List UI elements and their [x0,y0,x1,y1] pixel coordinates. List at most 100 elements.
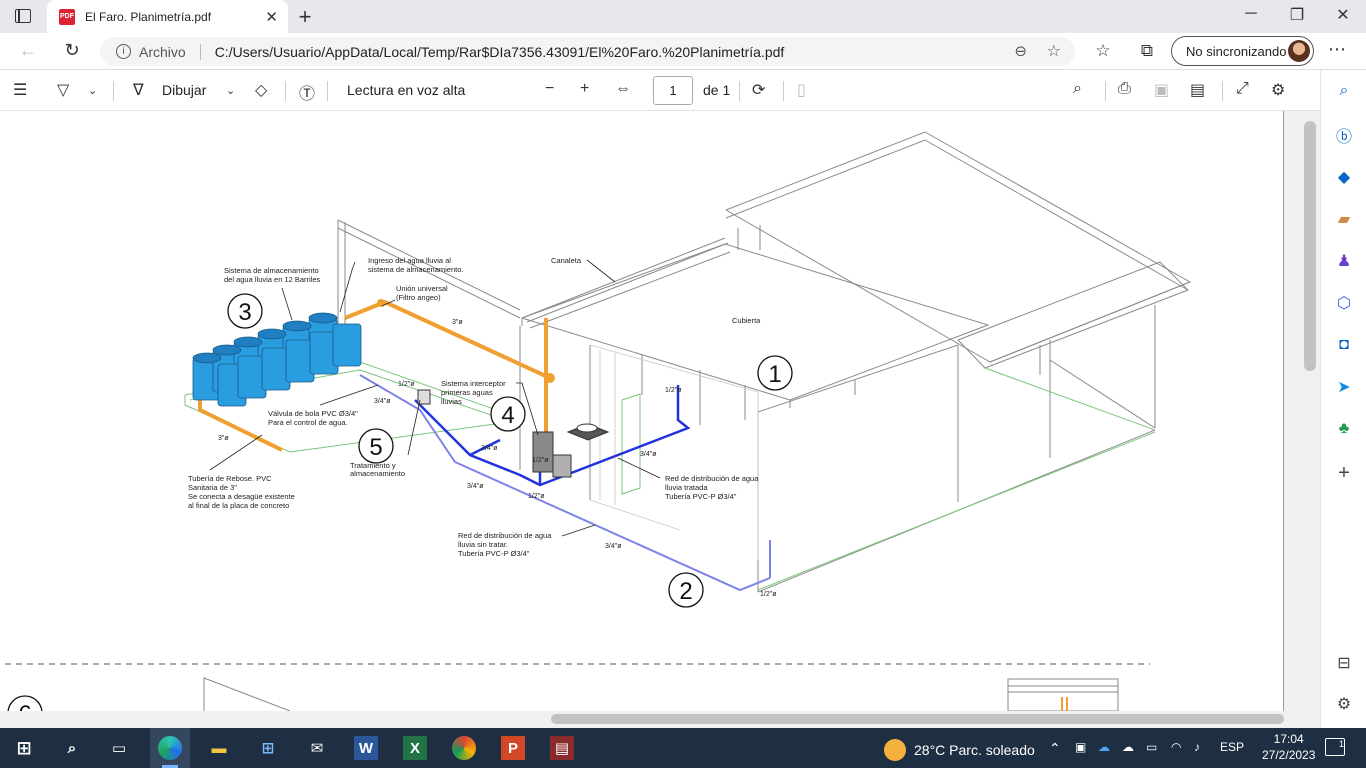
label-text: Tubería PVC-P Ø3/4" [458,549,530,558]
wifi-icon[interactable]: ◠ [1171,740,1181,754]
save-as-icon[interactable]: ▤ [1190,80,1205,100]
close-tab-icon[interactable]: ✕ [265,8,278,26]
info-icon[interactable]: i [116,44,131,59]
restore-button[interactable]: ❐ [1282,5,1312,25]
weather-description: Parc. soleado [949,742,1035,758]
horizontal-scrollbar[interactable] [0,711,1301,728]
label-text: almacenamiento [350,469,405,478]
save-icon[interactable]: ▣ [1154,80,1169,100]
label-text: Tubería PVC-P Ø3/4" [665,492,737,501]
word-icon[interactable]: W [354,736,378,760]
windows-start-icon[interactable]: ⊞ [12,736,36,760]
add-favorite-icon[interactable]: ☆ [1047,41,1061,61]
settings-more-icon[interactable]: ⋯ [1328,39,1346,60]
draw-icon[interactable]: ∇ [133,80,144,100]
weather-temperature: 28°C [914,742,946,758]
excel-icon[interactable]: X [403,736,427,760]
tree-icon[interactable]: ♣ [1333,418,1355,440]
rotate-icon[interactable]: ⟳ [752,80,765,100]
read-aloud-button[interactable]: Lectura en voz alta [347,82,465,98]
zoom-out-icon[interactable]: ⊖ [1014,42,1027,60]
label-text: lluvia sin tratar. [458,540,508,549]
weather-widget[interactable]: 28°C Parc. soleado [884,739,1035,761]
close-window-button[interactable]: ✕ [1328,5,1358,25]
search-icon[interactable]: ⌕ [1073,80,1082,98]
store-icon[interactable]: ⊞ [256,736,280,760]
label-text: Ingreso del agua lluvia al [368,256,451,265]
clock[interactable]: 17:04 27/2/2023 [1262,731,1315,763]
label-text: Unión universal [396,284,448,293]
favorites-icon[interactable]: ☆ [1091,41,1115,61]
avatar [1288,40,1310,62]
tab-actions-icon[interactable] [15,9,31,23]
notifications-icon[interactable]: 1 [1325,738,1345,756]
outlook-icon[interactable]: ◘ [1333,334,1355,356]
shopping-tag-icon[interactable]: ◆ [1333,166,1355,188]
highlight-icon[interactable]: ▽ [57,80,69,100]
language-indicator[interactable]: ESP [1220,740,1244,754]
profile-button[interactable]: No sincronizando [1171,36,1314,66]
tools-icon[interactable]: ▰ [1333,208,1355,230]
draw-button[interactable]: Dibujar [162,82,206,98]
pdf-viewer[interactable]: 3 4 5 1 2 6 Sistema de almacenamiento de… [0,111,1320,728]
meet-now-icon[interactable]: ▣ [1075,740,1086,754]
battery-icon[interactable]: ▭ [1146,740,1157,754]
label-text: del agua lluvia en 12 Barriles [224,275,321,284]
search-icon[interactable]: ⌕ [1333,80,1355,102]
divider [113,81,114,101]
games-icon[interactable]: ♟ [1333,250,1355,272]
text-icon[interactable]: Ⓣ [299,80,315,104]
back-button[interactable]: ← [16,40,40,61]
fullscreen-icon[interactable]: ⤢ [1236,80,1249,98]
gear-icon[interactable]: ⚙ [1271,80,1285,100]
gear-icon[interactable]: ⚙ [1333,693,1355,715]
label-text: Para el control de agua. [268,418,348,427]
cloud-icon[interactable]: ☁ [1122,740,1134,754]
minimize-button[interactable]: ─ [1236,5,1266,23]
zoom-out-icon[interactable]: − [545,80,554,98]
refresh-button[interactable]: ↻ [60,40,84,61]
url-text[interactable]: C:/Users/Usuario/AppData/Local/Temp/Rar$… [215,44,785,60]
add-icon[interactable]: + [1333,462,1355,484]
eraser-icon[interactable]: ◇ [255,80,267,100]
label-text: primeras aguas [441,388,493,397]
fit-page-icon[interactable]: ⇔ [615,80,631,98]
zoom-in-icon[interactable]: + [580,80,589,98]
sidebar-toggle-icon[interactable]: ⊟ [1333,652,1355,674]
divider [1222,81,1223,101]
scroll-thumb[interactable] [551,714,1284,724]
pdf-file-icon: PDF [59,8,75,25]
send-icon[interactable]: ➤ [1333,376,1355,398]
marker-5: 5 [369,434,382,461]
powerpoint-icon[interactable]: P [501,736,525,760]
chrome-icon[interactable] [452,736,476,760]
winrar-icon[interactable]: ▤ [550,736,574,760]
notification-count: 1 [1338,739,1344,749]
chevron-down-icon[interactable]: ⌄ [226,84,235,97]
chevron-up-icon[interactable]: ⌃ [1049,740,1061,757]
new-tab-button[interactable]: + [293,4,317,30]
chevron-down-icon[interactable]: ⌄ [88,84,97,97]
task-view-icon[interactable]: ▭ [107,736,131,760]
tab-title: El Faro. Planimetría.pdf [85,9,212,24]
edge-taskbar-icon[interactable] [150,728,190,768]
search-icon[interactable]: ⌕ [60,736,84,760]
print-icon[interactable]: ⎙ [1118,80,1131,98]
address-bar[interactable]: i Archivo C:/Users/Usuario/AppData/Local… [100,37,1075,66]
tab-pdf[interactable]: PDF El Faro. Planimetría.pdf ✕ [47,0,288,33]
volume-icon[interactable]: ♪ [1194,740,1200,754]
page-number-input[interactable]: 1 [653,76,693,105]
office-icon[interactable]: ⬡ [1333,292,1355,314]
page-view-icon[interactable]: ▯ [797,80,806,100]
file-explorer-icon[interactable]: ▬ [207,736,231,760]
label-text: al final de la placa de concreto [188,501,289,510]
onedrive-icon[interactable]: ☁ [1098,740,1110,754]
collections-icon[interactable]: ⧉ [1135,41,1159,61]
vertical-scrollbar[interactable] [1301,111,1320,711]
bing-icon[interactable]: ⓑ [1333,124,1355,146]
scroll-thumb[interactable] [1304,121,1316,371]
label-text: lluvias [441,397,462,406]
contents-icon[interactable]: ☰ [13,80,27,100]
label-text: Red de distribución de agua [665,474,759,483]
mail-icon[interactable]: ✉ [305,736,329,760]
